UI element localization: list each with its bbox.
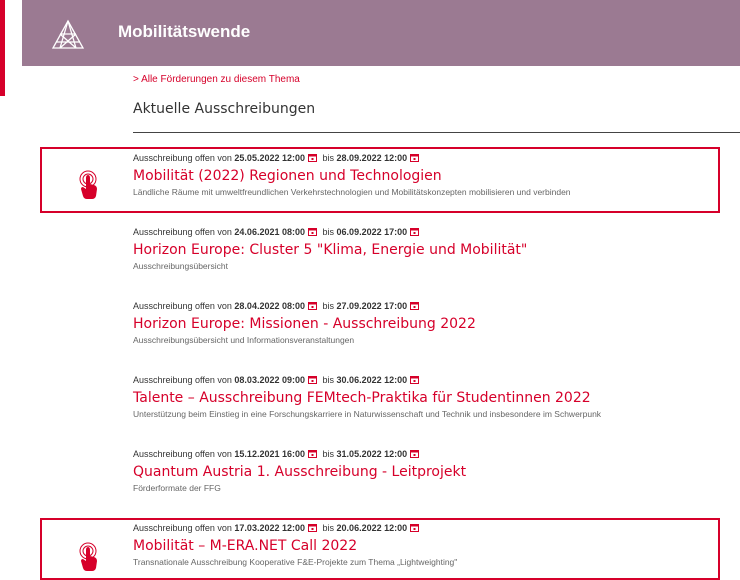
end-date: 28.09.2022 12:00 — [336, 153, 408, 163]
until-label: bis — [322, 153, 335, 163]
call-title-link[interactable]: Mobilität (2022) Regionen und Technologi… — [133, 167, 740, 185]
all-funding-link[interactable]: > Alle Förderungen zu diesem Thema — [133, 74, 300, 85]
calendar-icon — [410, 301, 420, 310]
calendar-icon — [410, 449, 420, 458]
call-list-item: Ausschreibung offen von 28.04.2022 08:00… — [133, 300, 740, 346]
call-title-link[interactable]: Mobilität – M-ERA.NET Call 2022 — [133, 537, 740, 555]
open-from-label: Ausschreibung offen von — [133, 449, 232, 459]
start-date: 28.04.2022 08:00 — [234, 301, 305, 311]
end-date: 31.05.2022 12:00 — [336, 449, 408, 459]
end-date: 27.09.2022 17:00 — [336, 301, 408, 311]
call-list-item: Ausschreibung offen von 24.06.2021 08:00… — [133, 226, 740, 272]
call-title-link[interactable]: Talente – Ausschreibung FEMtech-Praktika… — [133, 389, 740, 407]
left-accent-bar — [0, 0, 5, 96]
calendar-icon — [308, 227, 317, 236]
start-date: 15.12.2021 16:00 — [234, 449, 305, 459]
topic-header: Mobilitätswende — [22, 0, 740, 66]
call-subtitle: Förderformate der FFG — [133, 483, 221, 493]
start-date: 17.03.2022 12:00 — [234, 523, 305, 533]
call-dates: Ausschreibung offen von 25.05.2022 12:00… — [133, 152, 740, 164]
call-list-item: Ausschreibung offen von 17.03.2022 12:00… — [133, 522, 740, 568]
call-title-link[interactable]: Horizon Europe: Missionen - Ausschreibun… — [133, 315, 740, 333]
start-date: 25.05.2022 12:00 — [234, 153, 305, 163]
calendar-icon — [308, 523, 317, 532]
until-label: bis — [322, 523, 335, 533]
open-from-label: Ausschreibung offen von — [133, 301, 232, 311]
call-dates: Ausschreibung offen von 15.12.2021 16:00… — [133, 448, 740, 460]
calendar-icon — [308, 375, 317, 384]
calendar-icon — [410, 153, 420, 162]
triangle-network-logo-icon — [51, 19, 85, 49]
call-dates: Ausschreibung offen von 17.03.2022 12:00… — [133, 522, 740, 534]
until-label: bis — [322, 449, 335, 459]
until-label: bis — [322, 301, 335, 311]
page-title: Mobilitätswende — [118, 22, 251, 41]
calendar-icon — [308, 301, 317, 310]
call-list-item: Ausschreibung offen von 08.03.2022 09:00… — [133, 374, 740, 420]
call-subtitle: Ländliche Räume mit umweltfreundlichen V… — [133, 187, 571, 197]
call-list-item: Ausschreibung offen von 25.05.2022 12:00… — [133, 152, 740, 198]
start-date: 08.03.2022 09:00 — [234, 375, 305, 385]
hand-pointer-icon — [79, 542, 97, 571]
call-dates: Ausschreibung offen von 24.06.2021 08:00… — [133, 226, 740, 238]
call-subtitle: Transnationale Ausschreibung Kooperative… — [133, 557, 458, 567]
end-date: 30.06.2022 12:00 — [336, 375, 408, 385]
hand-pointer-icon — [79, 170, 97, 199]
divider — [133, 132, 740, 133]
calendar-icon — [308, 449, 317, 458]
open-from-label: Ausschreibung offen von — [133, 375, 232, 385]
start-date: 24.06.2021 08:00 — [234, 227, 305, 237]
open-from-label: Ausschreibung offen von — [133, 227, 232, 237]
call-subtitle: Ausschreibungsübersicht und Informations… — [133, 335, 355, 345]
call-list-item: Ausschreibung offen von 15.12.2021 16:00… — [133, 448, 740, 494]
open-from-label: Ausschreibung offen von — [133, 523, 232, 533]
end-date: 06.09.2022 17:00 — [336, 227, 408, 237]
calendar-icon — [308, 153, 317, 162]
until-label: bis — [322, 375, 335, 385]
call-subtitle: Unterstützung beim Einstieg in eine Fors… — [133, 409, 602, 419]
calendar-icon — [410, 523, 420, 532]
open-from-label: Ausschreibung offen von — [133, 153, 232, 163]
until-label: bis — [322, 227, 335, 237]
section-heading: Aktuelle Ausschreibungen — [133, 101, 316, 117]
calendar-icon — [410, 227, 420, 236]
calendar-icon — [410, 375, 420, 384]
call-dates: Ausschreibung offen von 28.04.2022 08:00… — [133, 300, 740, 312]
call-title-link[interactable]: Quantum Austria 1. Ausschreibung - Leitp… — [133, 463, 740, 481]
call-subtitle: Ausschreibungsübersicht — [133, 261, 228, 271]
call-title-link[interactable]: Horizon Europe: Cluster 5 "Klima, Energi… — [133, 241, 740, 259]
end-date: 20.06.2022 12:00 — [336, 523, 408, 533]
call-dates: Ausschreibung offen von 08.03.2022 09:00… — [133, 374, 740, 386]
